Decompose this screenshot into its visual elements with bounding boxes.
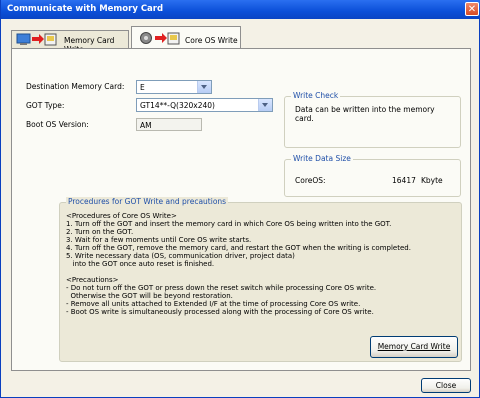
destination-value: E [140,83,145,92]
write-data-size-group: Write Data Size CoreOS: 16417 Kbyte [284,154,461,197]
procedure-line: into the GOT once auto reset is finished… [66,260,215,268]
procedure-line: 5. Write necessary data (OS, communicati… [66,252,295,260]
procedures-title: Procedures for GOT Write and precautions [66,197,229,206]
title-bar[interactable]: Communicate with Memory Card ✕ [1,0,480,19]
precaution-line: Otherwise the GOT will be beyond restora… [66,292,233,300]
procedures-group: Procedures for GOT Write and precautions… [59,197,462,362]
dialog-window: Communicate with Memory Card ✕ Memory Ca… [0,0,480,398]
destination-label: Destination Memory Card: [26,82,125,91]
core-os-size-label: CoreOS: [295,176,326,185]
precaution-line: - Remove all units attached to Extended … [66,300,361,308]
core-os-write-panel: Destination Memory Card: E GOT Type: GT1… [11,48,471,371]
memory-card-write-button[interactable]: Memory Card Write [370,336,458,358]
write-data-size-title: Write Data Size [291,154,353,163]
precaution-line: - Boot OS write is simultaneously proces… [66,308,374,316]
tab-core-os-write[interactable]: Core OS Write [131,26,241,49]
boot-os-version-field: AM [136,118,202,131]
write-check-title: Write Check [291,91,341,100]
chevron-down-icon[interactable] [197,81,211,93]
window-title: Communicate with Memory Card [7,4,164,14]
got-type-select[interactable]: GT14**-Q(320x240) [136,98,273,112]
chevron-down-icon[interactable] [258,99,272,111]
core-os-size-value: 16417 [392,176,416,185]
precaution-line: - Do not turn off the GOT or press down … [66,284,377,292]
close-button[interactable]: Close [421,378,471,393]
write-button-label: Memory Card Write [377,342,451,351]
core-os-size-unit: Kbyte [421,176,443,185]
boot-os-label: Boot OS Version: [26,120,89,129]
procedure-line: 1. Turn off the GOT and insert the memor… [66,220,392,228]
procedure-line: 4. Turn off the GOT, remove the memory c… [66,244,411,252]
close-icon[interactable]: ✕ [465,2,479,16]
boot-os-value: AM [140,121,152,130]
procedure-line: <Procedures of Core OS Write> [66,212,177,220]
write-check-message: Data can be written into the memory [295,105,435,114]
write-check-message-line2: card. [295,114,314,123]
procedure-line: 3. Wait for a few moments until Core OS … [66,236,252,244]
got-type-label: GOT Type: [26,101,65,110]
close-button-label: Close [435,381,457,390]
pc-to-card-icon [16,33,57,46]
tab-memory-card-write[interactable]: Memory Card Write [11,30,129,54]
tab-label: Core OS Write [185,36,238,45]
destination-select[interactable]: E [136,80,212,94]
write-check-group: Write Check Data can be written into the… [284,91,461,148]
precautions-heading: <Precautions> [66,276,119,284]
core-os-to-card-icon [140,32,180,45]
procedure-line: 2. Turn on the GOT. [66,228,134,236]
got-type-value: GT14**-Q(320x240) [140,101,215,110]
